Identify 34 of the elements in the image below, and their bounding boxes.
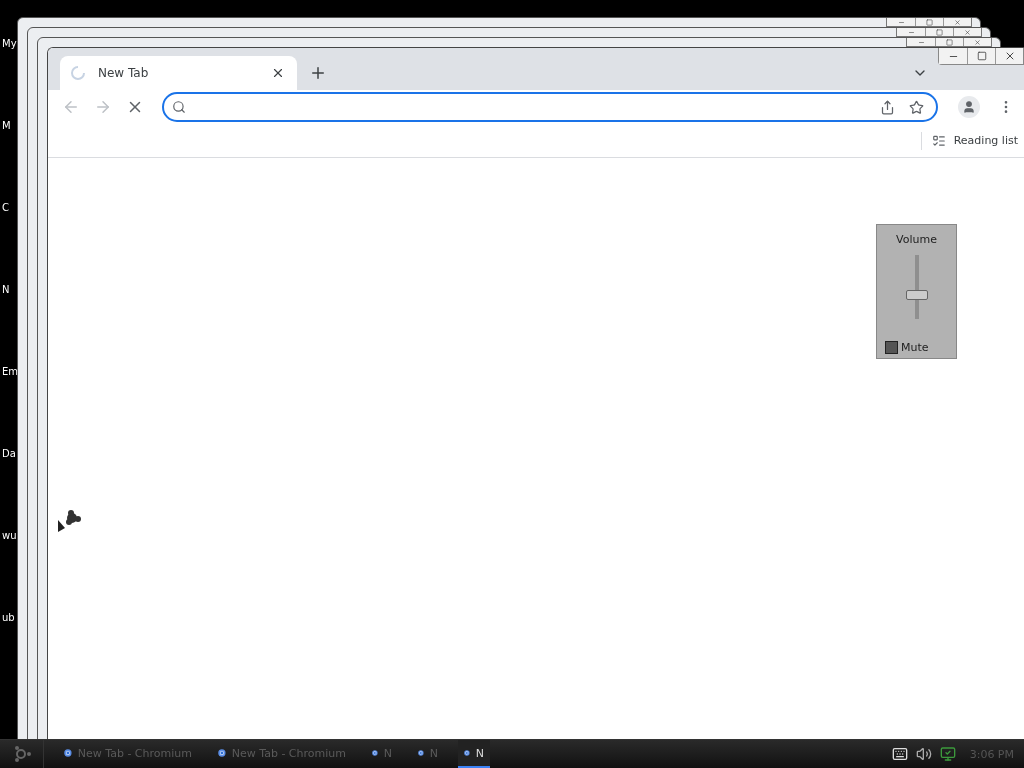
desktop-icon-label[interactable]: ub: [2, 611, 15, 625]
keyboard-icon[interactable]: [891, 746, 908, 762]
star-icon: [909, 99, 924, 115]
desktop-icon-label[interactable]: My: [2, 37, 17, 51]
desktop-icon-label[interactable]: Em: [2, 365, 19, 379]
close-icon: [271, 66, 285, 80]
slider-thumb[interactable]: [905, 289, 928, 300]
volume-title: Volume: [896, 233, 937, 246]
mute-checkbox[interactable]: [885, 341, 898, 354]
search-icon: [172, 100, 186, 114]
desktop-icon-label[interactable]: Da: [2, 447, 16, 461]
plus-icon: [309, 64, 327, 82]
person-icon: [962, 100, 976, 114]
browser-tab[interactable]: New Tab: [60, 56, 297, 90]
network-icon[interactable]: [939, 746, 956, 762]
taskbar-item[interactable]: N: [458, 740, 490, 768]
desktop-icon-label[interactable]: N: [2, 283, 10, 297]
tab-title: New Tab: [98, 66, 150, 80]
share-icon: [880, 99, 895, 115]
desktop-icon-label[interactable]: M: [2, 119, 11, 133]
close-icon: [974, 38, 981, 46]
close-icon: [954, 18, 961, 26]
profile-button[interactable]: [958, 96, 980, 118]
reading-list-button[interactable]: Reading list: [929, 131, 1020, 150]
loading-spinner-icon: [70, 65, 86, 81]
close-icon: [964, 28, 971, 36]
volume-icon[interactable]: [915, 746, 932, 762]
address-bar[interactable]: [162, 92, 938, 122]
maximize-icon: [976, 51, 987, 61]
list-icon: [931, 133, 946, 148]
arrow-right-icon: [94, 98, 112, 116]
mute-label: Mute: [901, 341, 929, 354]
desktop-icon-label[interactable]: C: [2, 201, 9, 215]
desktop-icon-label[interactable]: wu: [2, 529, 17, 543]
